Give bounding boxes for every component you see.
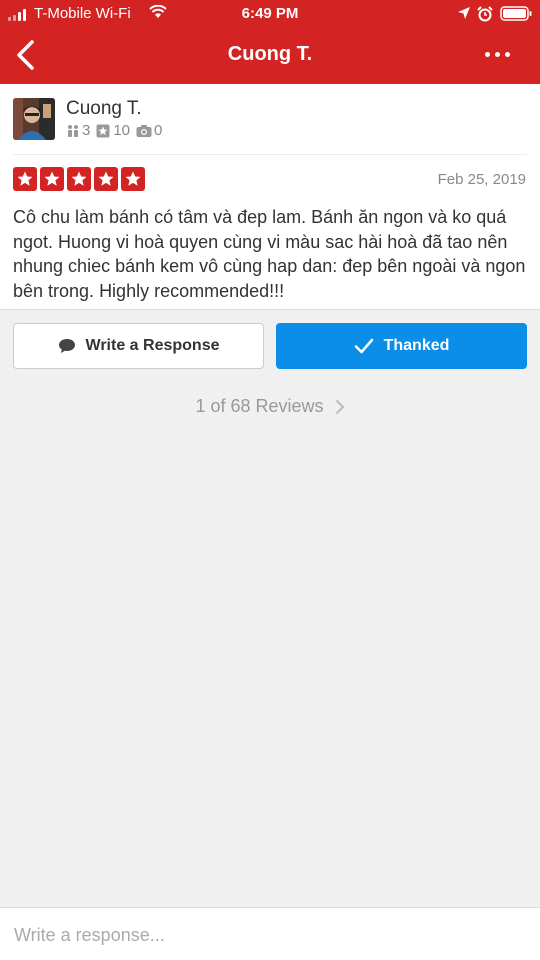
battery-icon (500, 6, 532, 21)
star-icon (40, 167, 64, 191)
write-response-label: Write a Response (85, 337, 220, 354)
reviews-count: 10 (113, 122, 131, 139)
star-icon (121, 167, 145, 191)
write-response-button[interactable]: Write a Response (13, 323, 264, 369)
review-star-icon (96, 124, 110, 137)
review-pagination-label: 1 of 68 Reviews (195, 396, 324, 416)
review-card: Cuong T. 3 10 0 Feb 25, 2019 Cô chu làm … (0, 84, 540, 310)
thanked-label: Thanked (383, 337, 450, 354)
reviewer-name[interactable]: Cuong T. (66, 98, 142, 120)
chevron-right-icon (335, 400, 344, 415)
photos-stat: 0 (136, 122, 162, 139)
review-detail-screen: T-Mobile Wi-Fi 6:49 PM Cuong T. Cuong T.… (0, 0, 540, 960)
thanked-button[interactable]: Thanked (276, 323, 527, 369)
reviews-stat: 10 (96, 122, 130, 139)
star-icon (94, 167, 118, 191)
star-icon (67, 167, 91, 191)
star-rating (13, 167, 148, 191)
speech-bubble-icon (58, 339, 75, 353)
more-options-icon[interactable] (480, 40, 516, 68)
review-text: Cô chu làm bánh có tâm và đep lam. Bánh … (13, 207, 526, 301)
camera-icon (136, 124, 152, 137)
response-bar (0, 907, 540, 960)
review-pagination[interactable]: 1 of 68 Reviews (0, 396, 540, 417)
header: T-Mobile Wi-Fi 6:49 PM Cuong T. (0, 0, 540, 84)
response-input[interactable] (14, 922, 524, 948)
friends-stat: 3 (66, 122, 90, 139)
alarm-clock-icon (477, 6, 493, 22)
status-bar: T-Mobile Wi-Fi 6:49 PM (0, 0, 540, 28)
checkmark-icon (354, 338, 373, 354)
review-date: Feb 25, 2019 (437, 171, 526, 188)
avatar[interactable] (13, 98, 55, 140)
friends-icon (68, 124, 78, 137)
photos-count: 0 (154, 122, 163, 139)
reviewer-stats: 3 10 0 (66, 122, 168, 139)
page-title: Cuong T. (227, 43, 313, 65)
divider (13, 154, 527, 155)
location-arrow-icon (458, 7, 470, 19)
star-icon (13, 167, 37, 191)
friends-count: 3 (82, 122, 91, 139)
